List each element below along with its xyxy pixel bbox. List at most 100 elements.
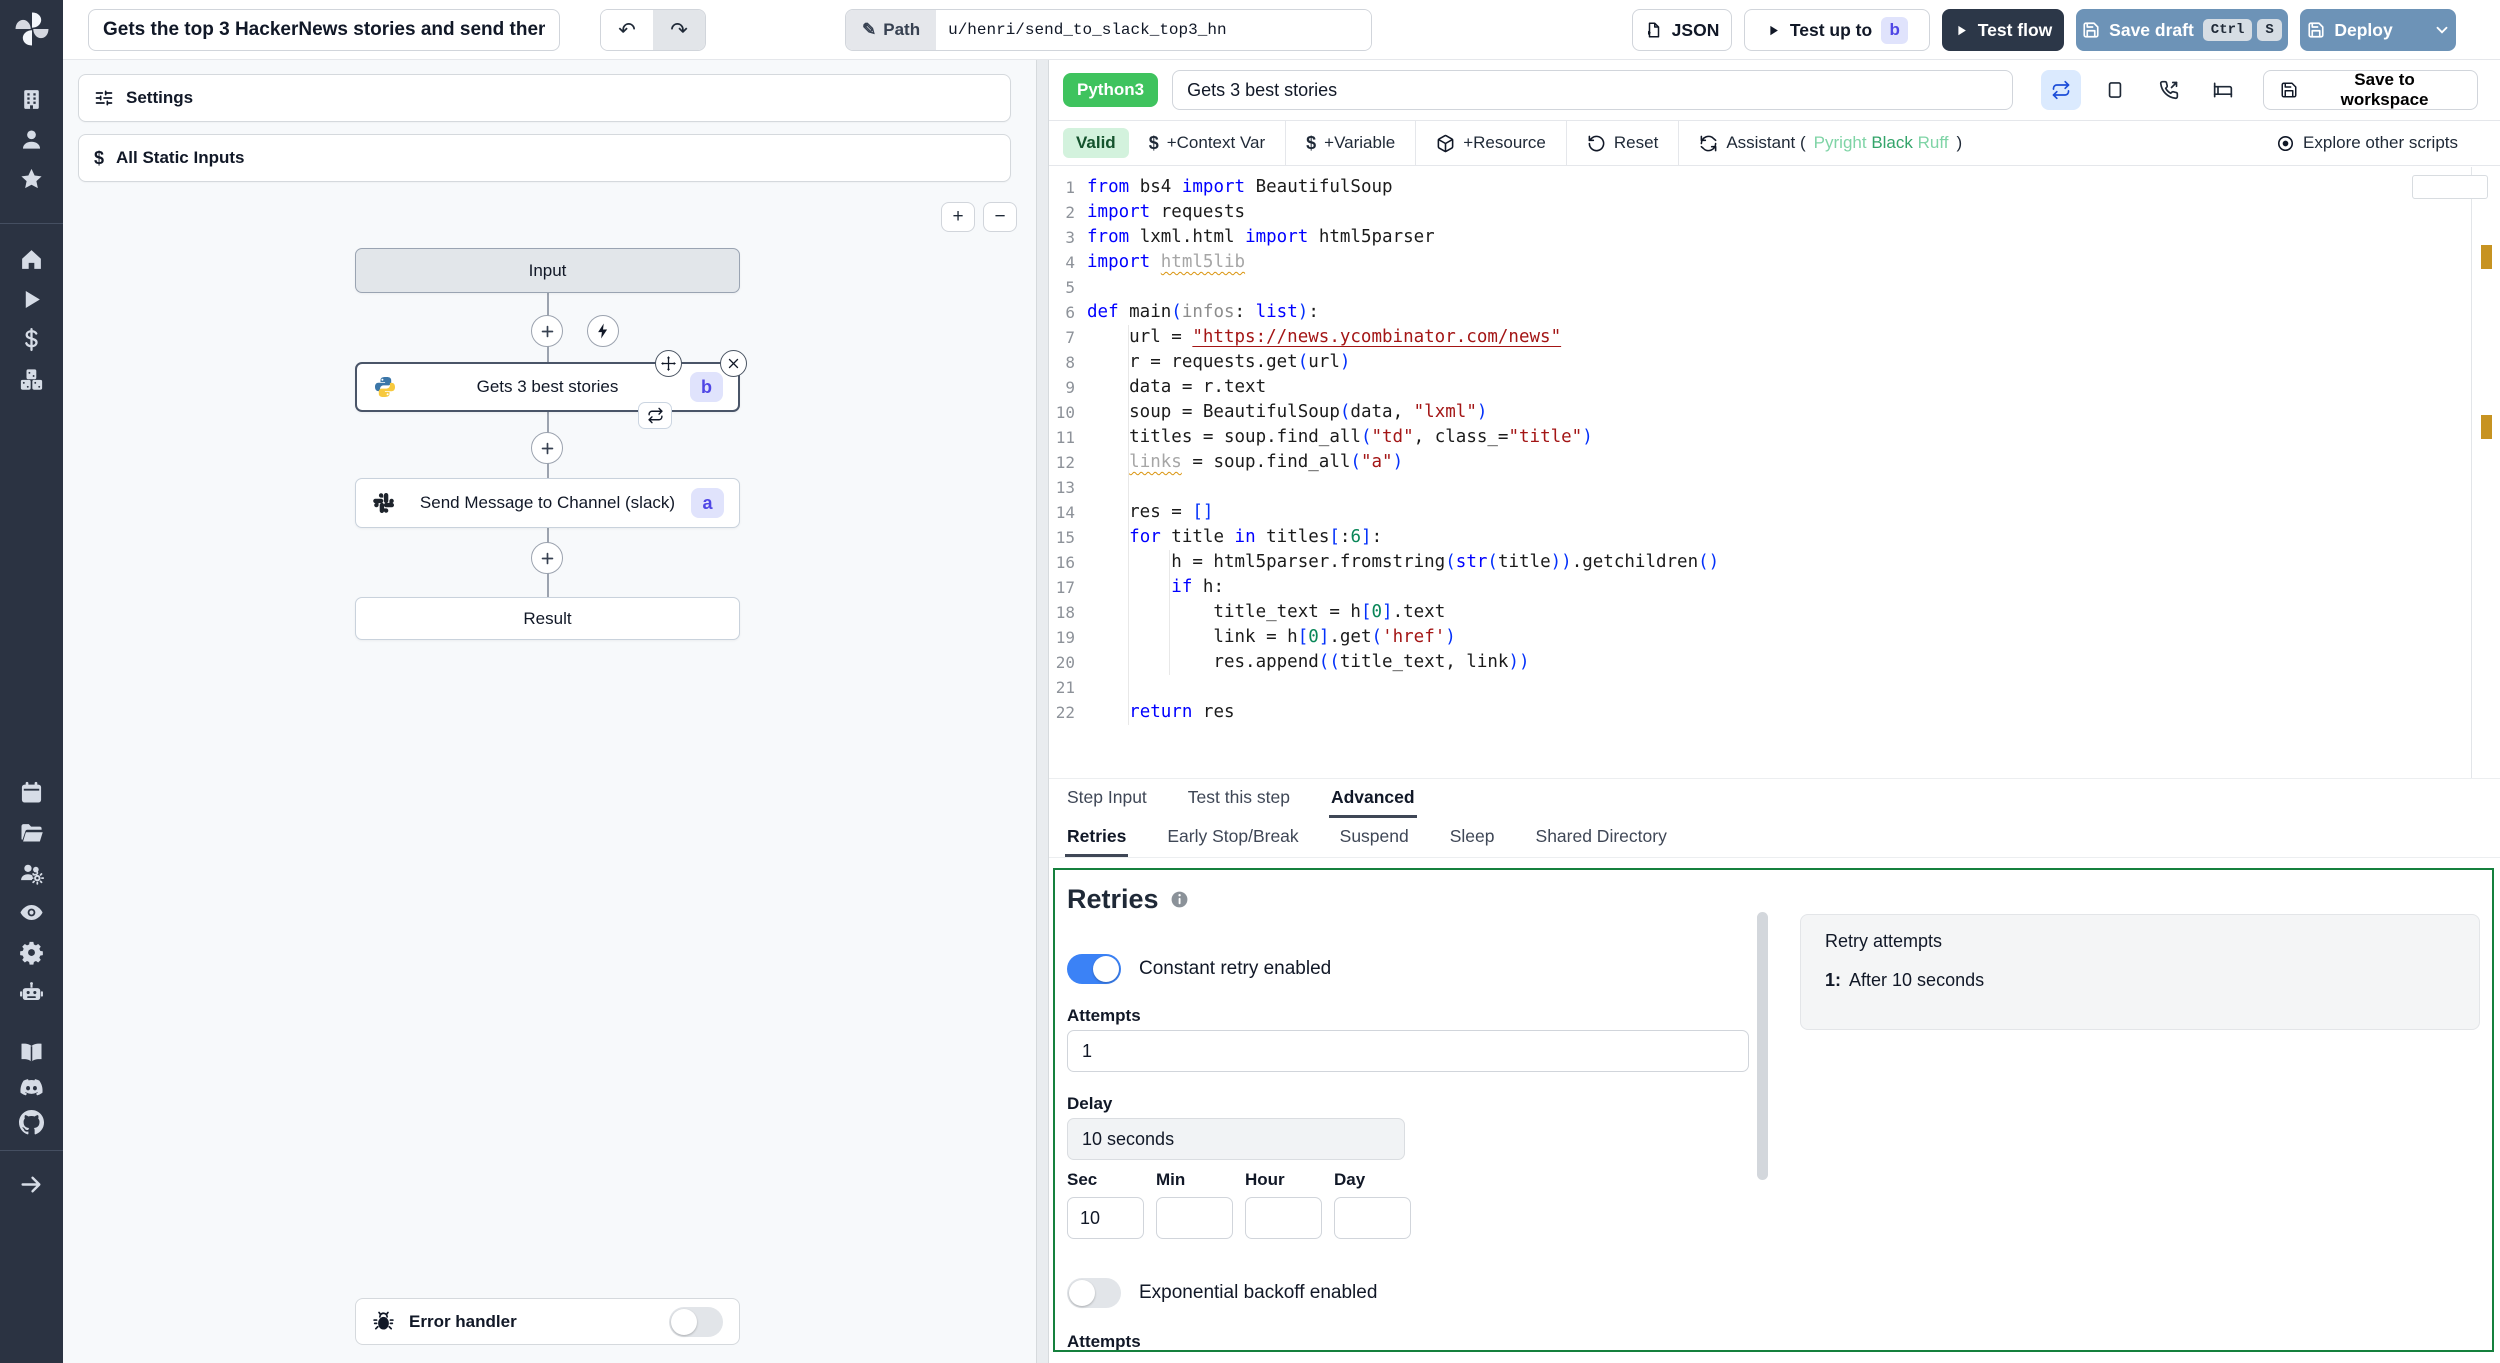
code-line[interactable]: 9 data = r.text: [1049, 375, 2500, 400]
flow-title-input[interactable]: [88, 9, 560, 51]
deploy-button[interactable]: Deploy: [2300, 9, 2456, 51]
add-context-var-button[interactable]: $ +Context Var: [1129, 133, 1285, 154]
attempts-input[interactable]: [1067, 1030, 1749, 1072]
code-line[interactable]: 4 import html5lib: [1049, 250, 2500, 275]
panel-scrollbar[interactable]: [1757, 912, 1768, 1180]
user-icon[interactable]: [19, 127, 44, 152]
redo-button[interactable]: ↷: [653, 10, 705, 50]
gear-icon[interactable]: [19, 940, 44, 965]
undo-button[interactable]: ↶: [601, 10, 653, 50]
add-trigger-button[interactable]: [587, 315, 619, 347]
assistant-status[interactable]: Assistant (Pyright Black Ruff): [1679, 133, 1982, 153]
exponential-backoff-row: Exponential backoff enabled: [1067, 1278, 1377, 1308]
folder-icon[interactable]: [19, 820, 44, 845]
code-line[interactable]: 10 soup = BeautifulSoup(data, "lxml"): [1049, 400, 2500, 425]
subtab-retries[interactable]: Retries: [1065, 818, 1129, 857]
calendar-icon[interactable]: [19, 780, 44, 805]
code-line[interactable]: 6 def main(infos: list):: [1049, 300, 2500, 325]
path-input[interactable]: [936, 10, 1371, 50]
code-line[interactable]: 1 from bs4 import BeautifulSoup: [1049, 175, 2500, 200]
insert-step-button[interactable]: [531, 542, 563, 574]
exponential-backoff-toggle[interactable]: [1067, 1278, 1121, 1308]
code-line[interactable]: 7 url = "https://news.ycombinator.com/ne…: [1049, 325, 2500, 350]
code-line[interactable]: 18 title_text = h[0].text: [1049, 600, 2500, 625]
info-icon[interactable]: [1170, 890, 1189, 909]
tab-step-input[interactable]: Step Input: [1065, 779, 1149, 818]
sleep-button[interactable]: [2203, 70, 2243, 110]
code-line[interactable]: 17 if h:: [1049, 575, 2500, 600]
dollar-icon[interactable]: [19, 327, 44, 352]
code-line[interactable]: 16 h = html5parser.fromstring(str(title)…: [1049, 550, 2500, 575]
code-line[interactable]: 11 titles = soup.find_all("td", class_="…: [1049, 425, 2500, 450]
call-input-button[interactable]: [2149, 70, 2189, 110]
reset-button[interactable]: Reset: [1567, 133, 1678, 153]
code-line[interactable]: 21: [1049, 675, 2500, 700]
tab-advanced[interactable]: Advanced: [1328, 779, 1417, 818]
discord-icon[interactable]: [19, 1075, 44, 1100]
code-editor[interactable]: 1 from bs4 import BeautifulSoup 2 import re…: [1049, 167, 2500, 778]
script-name-input[interactable]: [1172, 70, 2014, 110]
save-to-workspace-button[interactable]: Save to workspace: [2263, 70, 2478, 110]
code-line[interactable]: 19 link = h[0].get('href'): [1049, 625, 2500, 650]
flow-node-result[interactable]: Result: [355, 597, 740, 640]
delay-input[interactable]: [1067, 1118, 1405, 1160]
move-step-handle[interactable]: [655, 350, 682, 377]
error-handler-toggle[interactable]: [669, 1306, 723, 1337]
add-resource-button[interactable]: +Resource: [1416, 133, 1566, 153]
zoom-in-button[interactable]: +: [941, 202, 975, 232]
play-icon[interactable]: [19, 287, 44, 312]
flow-node-python-step[interactable]: Gets 3 best stories b: [355, 362, 740, 412]
error-handler-node[interactable]: Error handler: [355, 1298, 740, 1345]
retry-hour-input[interactable]: [1245, 1197, 1322, 1239]
code-line[interactable]: 5: [1049, 275, 2500, 300]
explore-other-scripts-button[interactable]: Explore other scripts: [2256, 133, 2478, 153]
retry-min-input[interactable]: [1156, 1197, 1233, 1239]
panel-resize-handle[interactable]: [1036, 60, 1049, 1363]
insert-step-button[interactable]: [531, 432, 563, 464]
retry-day-input[interactable]: [1334, 1197, 1411, 1239]
restart-from-step-button[interactable]: [638, 402, 672, 429]
insert-step-button[interactable]: [531, 315, 563, 347]
flow-node-input[interactable]: Input: [355, 248, 740, 293]
star-icon[interactable]: [19, 167, 44, 192]
user-group-icon[interactable]: [19, 860, 44, 885]
code-line[interactable]: 2 import requests: [1049, 200, 2500, 225]
tab-test-this-step[interactable]: Test this step: [1186, 779, 1292, 818]
code-line[interactable]: 22 return res: [1049, 700, 2500, 725]
windmill-logo-icon[interactable]: [13, 10, 51, 48]
code-line[interactable]: 20 res.append((title_text, link)): [1049, 650, 2500, 675]
code-line[interactable]: 12 links = soup.find_all("a"): [1049, 450, 2500, 475]
home-icon[interactable]: [19, 247, 44, 272]
code-line[interactable]: 13: [1049, 475, 2500, 500]
cubes-icon[interactable]: [19, 367, 44, 392]
flow-node-slack-step[interactable]: Send Message to Channel (slack) a: [355, 478, 740, 528]
restart-loop-button[interactable]: [2041, 70, 2082, 110]
constant-retry-toggle[interactable]: [1067, 954, 1121, 984]
building-icon[interactable]: [19, 87, 44, 112]
delete-step-button[interactable]: [720, 350, 747, 377]
book-icon[interactable]: [19, 1040, 44, 1065]
arrow-right-icon[interactable]: [19, 1172, 44, 1197]
deploy-menu-button[interactable]: [2433, 21, 2465, 39]
subtab-suspend[interactable]: Suspend: [1338, 818, 1411, 857]
eye-icon[interactable]: [19, 900, 44, 925]
robot-icon[interactable]: [19, 980, 44, 1005]
subtab-shared-directory[interactable]: Shared Directory: [1534, 818, 1669, 857]
json-button[interactable]: JSON: [1632, 9, 1732, 51]
test-flow-button[interactable]: Test flow: [1942, 9, 2064, 51]
test-up-to-button[interactable]: Test up to b: [1744, 9, 1930, 51]
all-static-inputs-button[interactable]: $ All Static Inputs: [78, 134, 1011, 182]
code-line[interactable]: 3 from lxml.html import html5parser: [1049, 225, 2500, 250]
code-line[interactable]: 8 r = requests.get(url): [1049, 350, 2500, 375]
github-icon[interactable]: [19, 1110, 44, 1135]
retry-sec-input[interactable]: [1067, 1197, 1144, 1239]
code-line[interactable]: 15 for title in titles[:6]:: [1049, 525, 2500, 550]
save-draft-button[interactable]: Save draft Ctrl S: [2076, 9, 2288, 51]
code-line[interactable]: 14 res = []: [1049, 500, 2500, 525]
add-variable-button[interactable]: $ +Variable: [1286, 133, 1415, 154]
subtab-early-stop-break[interactable]: Early Stop/Break: [1165, 818, 1300, 857]
flow-settings-button[interactable]: Settings: [78, 74, 1011, 122]
zoom-out-button[interactable]: −: [983, 202, 1017, 232]
card-view-button[interactable]: [2095, 70, 2135, 110]
subtab-sleep[interactable]: Sleep: [1448, 818, 1497, 857]
